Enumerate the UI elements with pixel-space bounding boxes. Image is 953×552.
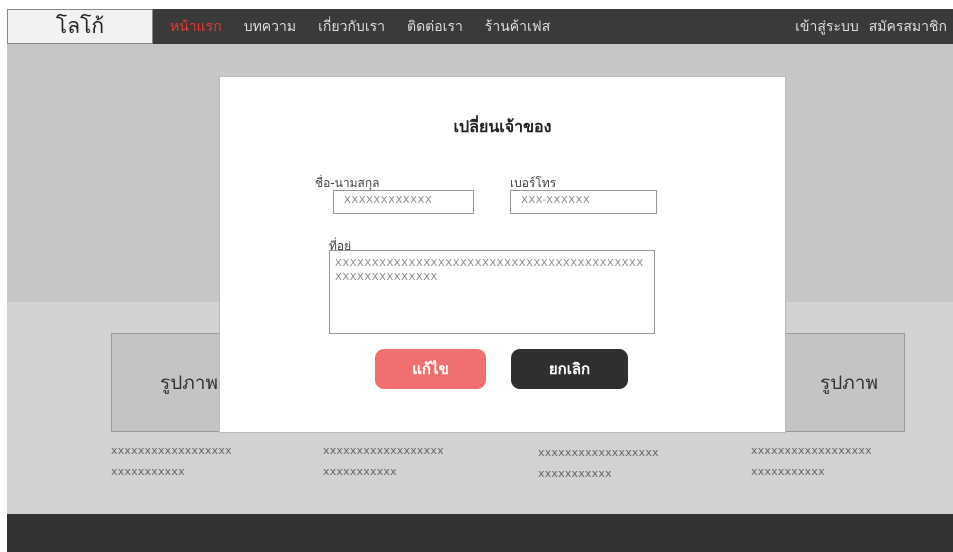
card-image-label: รูปภาพ [820,371,878,394]
card-text-line: xxxxxxxxxxx [538,467,612,480]
nav-item-shop[interactable]: ร้านค้าเฟส [485,16,550,38]
address-field[interactable]: XXXXXXXXXXXXXXXXXXXXXXXXXXXXXXXXXXXXXXXX… [329,250,655,334]
login-link[interactable]: เข้าสู่ระบบ [795,16,859,38]
card-text: xxxxxxxxxxxxxxxxxx xxxxxxxxxxx [538,442,659,484]
card-text: xxxxxxxxxxxxxxxxxx xxxxxxxxxxx [323,440,444,482]
cancel-button[interactable]: ยกเลิก [511,349,628,389]
nav-item-home[interactable]: หน้าแรก [170,16,222,38]
footer [7,514,953,552]
card-image-label: รูปภาพ [160,371,218,394]
top-navbar: โลโก้ หน้าแรก บทความ เกี่ยวกับเรา ติดต่อ… [7,9,953,44]
save-button[interactable]: แก้ไข [375,349,486,389]
main-nav: หน้าแรก บทความ เกี่ยวกับเรา ติดต่อเรา ร้… [170,9,550,44]
auth-links: เข้าสู่ระบบ สมัครสมาชิก [795,9,947,44]
name-field[interactable]: XXXXXXXXXXXX [333,190,474,214]
nav-item-about[interactable]: เกี่ยวกับเรา [318,16,385,38]
card-text-line: xxxxxxxxxxx [323,465,397,478]
nav-item-articles[interactable]: บทความ [244,16,296,38]
nav-item-contact[interactable]: ติดต่อเรา [407,16,463,38]
card-text: xxxxxxxxxxxxxxxxxx xxxxxxxxxxx [751,440,872,482]
card-text-line: xxxxxxxxxxxxxxxxxx [111,444,232,457]
card-text-line: xxxxxxxxxxxxxxxxxx [751,444,872,457]
card-text-line: xxxxxxxxxxxxxxxxxx [538,446,659,459]
card-text-line: xxxxxxxxxxx [751,465,825,478]
logo[interactable]: โลโก้ [7,9,153,44]
phone-field[interactable]: XXX-XXXXXX [510,190,657,214]
register-link[interactable]: สมัครสมาชิก [869,16,947,38]
card-text-line: xxxxxxxxxxxxxxxxxx [323,444,444,457]
card-text-line: xxxxxxxxxxx [111,465,185,478]
card-text: xxxxxxxxxxxxxxxxxx xxxxxxxxxxx [111,440,232,482]
dialog-title: เปลี่ยนเจ้าของ [453,117,552,136]
change-owner-dialog: เปลี่ยนเจ้าของ ชื่อ-นามสกุล XXXXXXXXXXXX… [219,76,786,433]
